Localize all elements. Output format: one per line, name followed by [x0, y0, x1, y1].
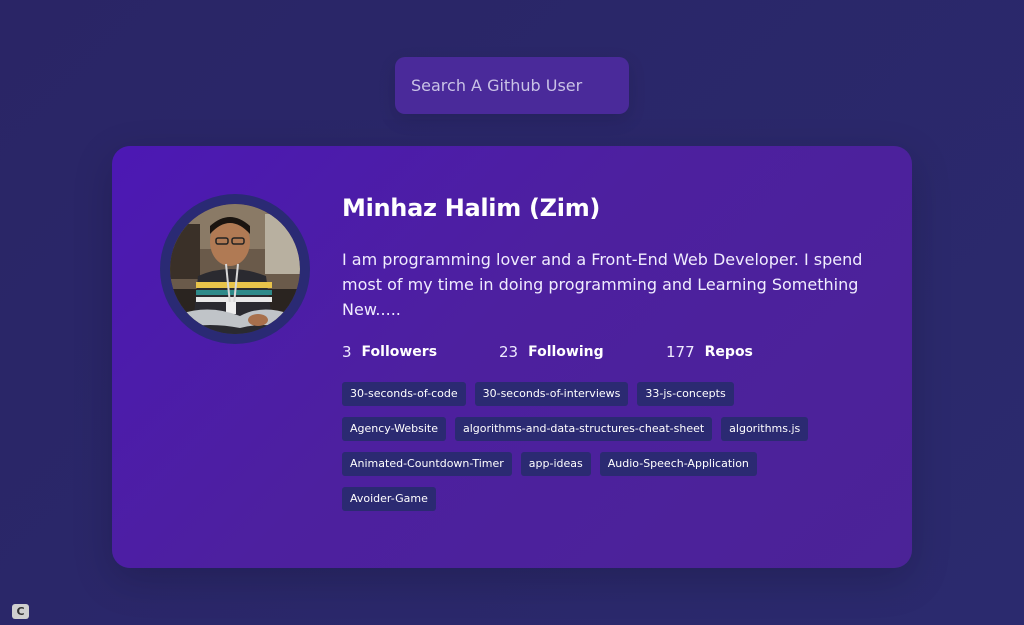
- repo-link[interactable]: Avoider-Game: [342, 487, 436, 511]
- repo-link[interactable]: 33-js-concepts: [637, 382, 734, 406]
- user-stats: 3 Followers 23 Following 177 Repos: [342, 341, 753, 363]
- followers-stat: 3 Followers: [342, 343, 499, 361]
- repos-stat: 177 Repos: [666, 343, 753, 361]
- repo-link[interactable]: app-ideas: [520, 452, 591, 476]
- repo-list: 30-seconds-of-code 30-seconds-of-intervi…: [342, 382, 862, 522]
- followers-label: Followers: [361, 344, 438, 360]
- repo-row: Avoider-Game: [342, 487, 862, 511]
- followers-count: 3: [342, 343, 352, 361]
- repo-row: 30-seconds-of-code 30-seconds-of-intervi…: [342, 382, 862, 406]
- repo-link[interactable]: Animated-Countdown-Timer: [342, 452, 512, 476]
- search-input[interactable]: [395, 57, 629, 114]
- user-card: Minhaz Halim (Zim) I am programming love…: [112, 146, 912, 568]
- repo-link[interactable]: Agency-Website: [342, 417, 446, 441]
- repos-label: Repos: [704, 344, 753, 360]
- repo-link[interactable]: 30-seconds-of-code: [342, 382, 466, 406]
- search-container: [395, 57, 629, 114]
- repo-row: Agency-Website algorithms-and-data-struc…: [342, 417, 862, 441]
- repo-link[interactable]: 30-seconds-of-interviews: [474, 382, 629, 406]
- following-label: Following: [528, 344, 604, 360]
- avatar-ring: [160, 194, 310, 344]
- repos-count: 177: [666, 343, 695, 361]
- repo-link[interactable]: algorithms.js: [721, 417, 809, 441]
- repo-link[interactable]: Audio-Speech-Application: [599, 452, 757, 476]
- following-stat: 23 Following: [499, 343, 666, 361]
- user-bio: I am programming lover and a Front-End W…: [342, 250, 863, 319]
- repo-row: Animated-Countdown-Timer app-ideas Audio…: [342, 452, 862, 476]
- corner-badge[interactable]: C: [12, 604, 29, 619]
- following-count: 23: [499, 343, 519, 361]
- avatar: [170, 204, 300, 334]
- repo-link[interactable]: algorithms-and-data-structures-cheat-she…: [454, 417, 713, 441]
- user-name: Minhaz Halim (Zim): [342, 194, 601, 222]
